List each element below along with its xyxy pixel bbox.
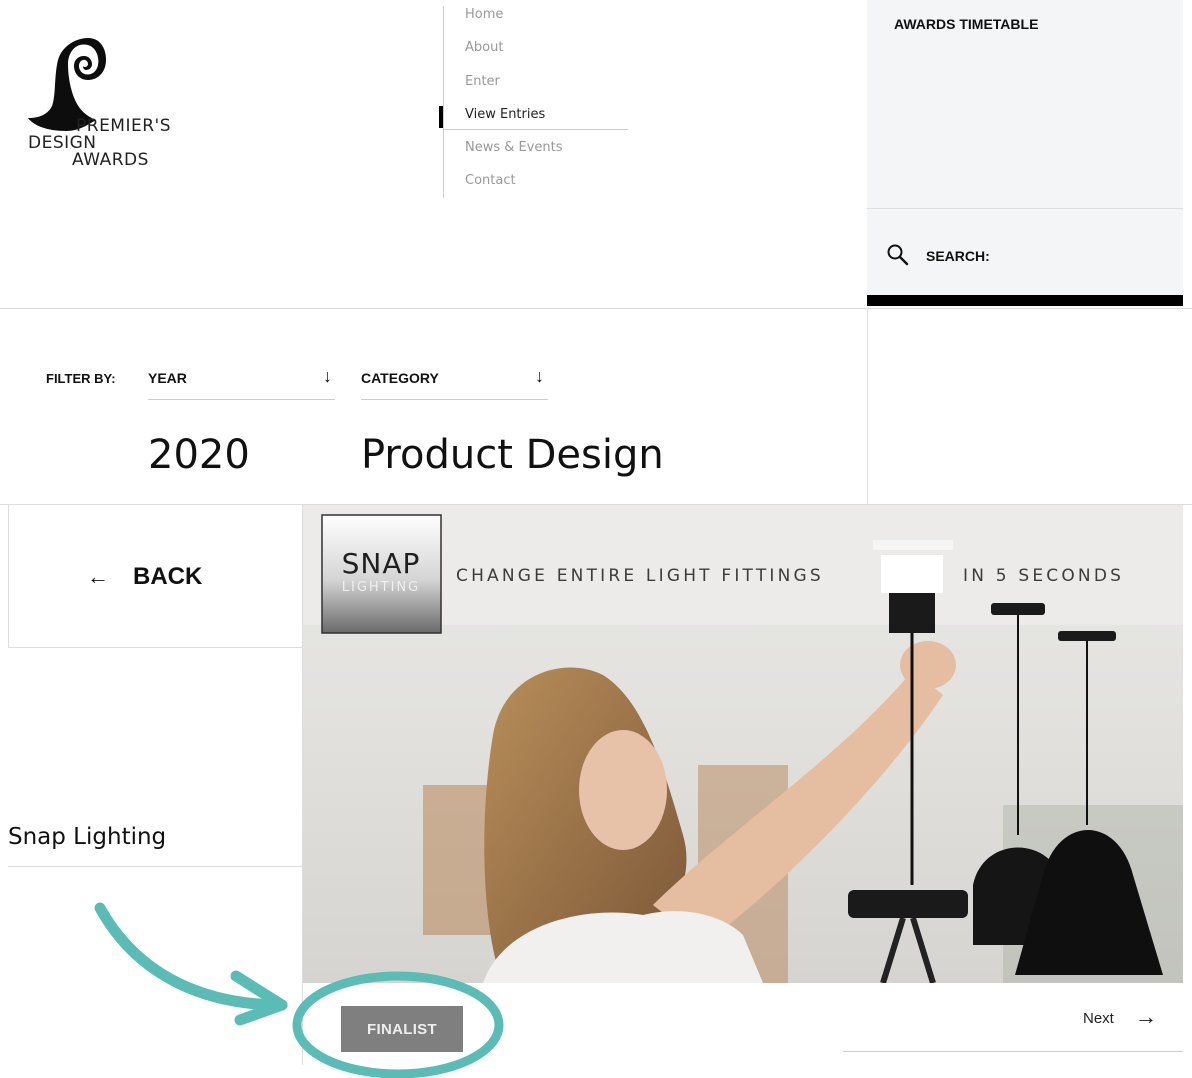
category-dropdown-underline	[361, 399, 548, 400]
nav-item-contact[interactable]: Contact	[465, 173, 516, 188]
hero-tagline-right: IN 5 SECONDS	[963, 566, 1124, 586]
next-link-underline	[843, 1051, 1183, 1052]
logo-text-line-3: AWARDS	[72, 150, 149, 170]
year-dropdown-underline	[148, 399, 335, 400]
hero-brand-top: SNAP	[342, 547, 421, 580]
filter-right-divider	[867, 308, 868, 504]
search-icon[interactable]	[886, 243, 910, 267]
panel-divider	[867, 208, 1183, 209]
awards-timetable-link[interactable]: AWARDS TIMETABLE	[894, 16, 1038, 32]
side-panel	[867, 0, 1183, 300]
next-link-label[interactable]: Next	[1083, 1010, 1114, 1027]
hero-photo: SNAP LIGHTING CHANGE ENTIRE LIGHT FITTIN…	[303, 505, 1183, 983]
year-dropdown-arrow-icon[interactable]: ↓	[323, 366, 332, 387]
search-label[interactable]: SEARCH:	[926, 248, 990, 264]
back-button-label[interactable]: BACK	[133, 563, 202, 591]
site-logo[interactable]: PREMIER'S DESIGN AWARDS	[26, 36, 186, 176]
finalist-badge: FINALIST	[341, 1006, 463, 1052]
nav-item-enter[interactable]: Enter	[465, 74, 500, 89]
arrow-right-icon[interactable]: →	[1135, 1004, 1157, 1030]
entry-hero-image: SNAP LIGHTING CHANGE ENTIRE LIGHT FITTIN…	[303, 505, 1183, 983]
selected-category: Product Design	[361, 432, 664, 478]
filter-label: FILTER BY:	[46, 371, 116, 386]
search-bar-underline	[867, 295, 1183, 306]
nav-item-news-events[interactable]: News & Events	[465, 140, 563, 155]
nav-item-about[interactable]: About	[465, 40, 503, 55]
annotation-arrow-shaft	[94, 902, 288, 1011]
category-dropdown-label[interactable]: CATEGORY	[361, 370, 439, 386]
arrow-left-icon[interactable]: ←	[87, 564, 109, 590]
header-divider	[0, 308, 1192, 309]
entry-title: Snap Lighting	[8, 824, 167, 850]
hero-tagline-left: CHANGE ENTIRE LIGHT FITTINGS	[456, 566, 824, 586]
annotation-arrow-head	[230, 970, 288, 1026]
selected-year: 2020	[148, 432, 250, 478]
year-dropdown-label[interactable]: YEAR	[148, 370, 187, 386]
main-nav: Home About Enter View Entries News & Eve…	[443, 6, 630, 198]
nav-item-view-entries[interactable]: View Entries	[465, 107, 545, 122]
entry-title-underline	[8, 866, 302, 867]
hero-brand-bottom: LIGHTING	[342, 580, 421, 595]
category-dropdown-arrow-icon[interactable]: ↓	[535, 366, 544, 387]
nav-item-home[interactable]: Home	[465, 7, 503, 22]
